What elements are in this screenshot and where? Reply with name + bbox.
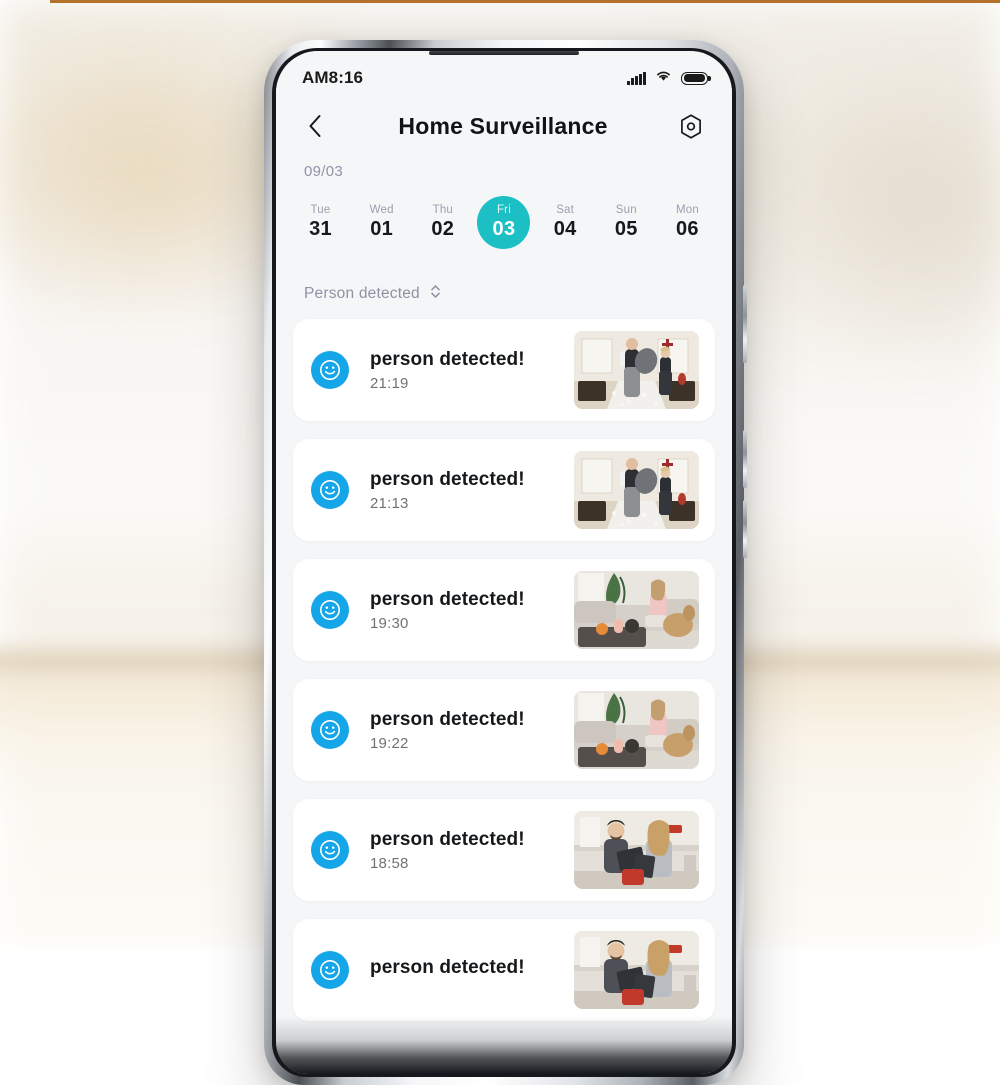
day-chip-thu[interactable]: Thu 02 xyxy=(416,196,469,249)
event-thumbnail[interactable] xyxy=(574,331,699,409)
event-title: person detected! xyxy=(370,828,525,850)
status-bar-icons xyxy=(627,69,711,87)
event-filter[interactable]: Person detected xyxy=(276,271,732,319)
day-chip-tue[interactable]: Tue 31 xyxy=(294,196,347,249)
event-title: person detected! xyxy=(370,348,525,370)
back-button[interactable] xyxy=(298,109,332,143)
status-bar-time: AM8:16 xyxy=(302,68,364,87)
phone-device: AM8:16 Home Surveillance 09/03 Tue 31 We… xyxy=(264,40,747,1085)
status-bar: AM8:16 xyxy=(276,51,732,95)
event-thumbnail[interactable] xyxy=(574,451,699,529)
event-row[interactable]: person detected! 21:13 xyxy=(293,439,715,541)
event-row[interactable]: person detected! 18:58 xyxy=(293,799,715,901)
smiley-face-icon xyxy=(311,591,349,629)
event-time: 21:19 xyxy=(370,375,409,393)
day-chip-dow: Sat xyxy=(556,204,575,216)
event-text: person detected! 21:13 xyxy=(349,468,574,513)
day-chip-num: 01 xyxy=(370,218,394,240)
day-chip-num: 03 xyxy=(492,218,516,240)
month-label: 09/03 xyxy=(304,163,344,180)
power-button[interactable] xyxy=(743,285,747,363)
day-chip-dow: Thu xyxy=(432,204,454,216)
wifi-icon xyxy=(655,69,672,87)
day-chip-num: 06 xyxy=(676,218,699,240)
phone-bezel: AM8:16 Home Surveillance 09/03 Tue 31 We… xyxy=(272,48,736,1077)
event-time: 21:13 xyxy=(370,495,409,513)
day-chip-dow: Fri xyxy=(496,204,511,216)
event-row[interactable]: person detected! xyxy=(293,919,715,1021)
battery-icon xyxy=(681,71,711,85)
top-accent-rule xyxy=(50,0,1000,3)
hex-settings-icon xyxy=(681,113,701,139)
volume-down-button[interactable] xyxy=(743,500,747,558)
smiley-face-icon xyxy=(311,711,349,749)
event-title: person detected! xyxy=(370,708,525,730)
event-thumbnail[interactable] xyxy=(574,811,699,889)
phone-screen: AM8:16 Home Surveillance 09/03 Tue 31 We… xyxy=(276,51,732,1074)
day-chip-num: 04 xyxy=(553,218,577,240)
event-title: person detected! xyxy=(370,468,525,490)
event-time: 19:30 xyxy=(370,615,409,633)
event-row[interactable]: person detected! 21:19 xyxy=(293,319,715,421)
event-text: person detected! 19:22 xyxy=(349,708,574,753)
sort-updown-icon xyxy=(429,283,442,305)
event-time: 18:58 xyxy=(370,855,409,873)
event-row[interactable]: person detected! 19:30 xyxy=(293,559,715,661)
earpiece-speaker xyxy=(429,51,579,55)
day-chip-dow: Mon xyxy=(675,204,699,216)
smiley-face-icon xyxy=(311,831,349,869)
event-thumbnail[interactable] xyxy=(574,571,699,649)
smiley-face-icon xyxy=(311,951,349,989)
chevron-left-icon xyxy=(309,115,321,137)
event-text: person detected! 18:58 xyxy=(349,828,574,873)
event-title: person detected! xyxy=(370,957,525,979)
background-right-blob xyxy=(760,60,1000,360)
day-chip-sat[interactable]: Sat 04 xyxy=(539,196,592,249)
event-text: person detected! 21:19 xyxy=(349,348,574,393)
page-title: Home Surveillance xyxy=(398,112,608,139)
day-chip-num: 31 xyxy=(309,218,332,240)
smiley-face-icon xyxy=(311,351,349,389)
screen-bottom-shadow xyxy=(276,1016,732,1074)
settings-button[interactable] xyxy=(674,109,708,143)
signal-icon xyxy=(627,71,646,85)
app-bar: Home Surveillance xyxy=(276,95,732,157)
day-chip-fri-selected[interactable]: Fri 03 xyxy=(477,196,531,249)
event-text: person detected! 19:30 xyxy=(349,588,574,633)
event-thumbnail[interactable] xyxy=(574,931,699,1009)
event-thumbnail[interactable] xyxy=(574,691,699,769)
event-list[interactable]: person detected! 21:19 person detected! … xyxy=(276,319,732,1021)
day-chip-dow: Sun xyxy=(615,204,637,216)
day-chip-num: 02 xyxy=(431,218,455,240)
event-row[interactable]: person detected! 19:22 xyxy=(293,679,715,781)
day-chip-sun[interactable]: Sun 05 xyxy=(600,196,653,249)
day-chip-num: 05 xyxy=(614,218,638,240)
day-chip-dow: Wed xyxy=(369,204,394,216)
event-filter-label: Person detected xyxy=(304,285,420,302)
day-chip-mon[interactable]: Mon 06 xyxy=(661,196,714,249)
event-time: 19:22 xyxy=(370,735,409,753)
volume-up-button[interactable] xyxy=(743,430,747,488)
date-strip: 09/03 Tue 31 Wed 01 Thu 02 Fri 03 Sat 04… xyxy=(276,157,732,271)
day-selector: Tue 31 Wed 01 Thu 02 Fri 03 Sat 04 Sun 0… xyxy=(276,196,732,249)
smiley-face-icon xyxy=(311,471,349,509)
event-title: person detected! xyxy=(370,588,525,610)
day-chip-wed[interactable]: Wed 01 xyxy=(355,196,408,249)
day-chip-dow: Tue xyxy=(310,204,331,216)
event-text: person detected! xyxy=(349,956,574,984)
